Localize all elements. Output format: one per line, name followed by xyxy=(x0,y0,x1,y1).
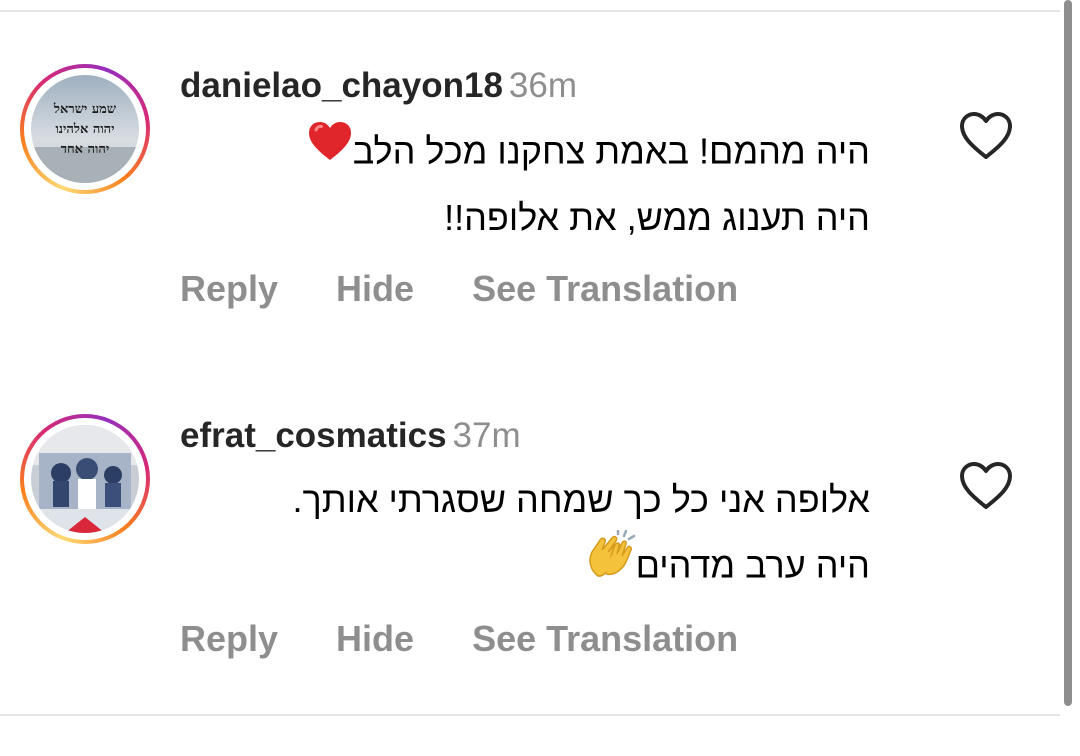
avatar[interactable] xyxy=(20,414,150,544)
comment-header: danielao_chayon18 36m xyxy=(180,66,577,106)
comment-line: אלופה אני כל כך שמחה שסגרתי אותך. xyxy=(292,479,870,520)
reply-button[interactable]: Reply xyxy=(180,268,278,310)
comment-line: היה מהמם! באמת צחקנו מכל הלב xyxy=(180,120,870,188)
timestamp[interactable]: 36m xyxy=(509,66,577,105)
heart-outline-icon[interactable] xyxy=(958,460,1014,512)
comment-header: efrat_cosmatics 37m xyxy=(180,416,521,456)
comment-line: היה ערב מדהים xyxy=(180,528,870,606)
comment-line-text: היה ערב מדהים xyxy=(635,544,870,586)
bottom-divider xyxy=(0,714,1060,716)
heart-outline-icon[interactable] xyxy=(958,110,1014,162)
avatar-text-line: יהוה אלהינו xyxy=(55,122,114,137)
avatar[interactable]: שמע ישראל יהוה אלהינו יהוה אחד xyxy=(20,64,150,194)
avatar-image xyxy=(31,425,139,533)
comment-actions: Reply Hide See Translation xyxy=(180,618,796,660)
comments-panel: שמע ישראל יהוה אלהינו יהוה אחד danielao_… xyxy=(0,0,1080,756)
avatar-image-graphic: שמע ישראל יהוה אלהינו יהוה אחד xyxy=(31,75,139,183)
top-divider xyxy=(0,10,1060,12)
comment-actions: Reply Hide See Translation xyxy=(180,268,796,310)
see-translation-button[interactable]: See Translation xyxy=(472,618,738,660)
avatar-image: שמע ישראל יהוה אלהינו יהוה אחד xyxy=(31,75,139,183)
timestamp[interactable]: 37m xyxy=(453,416,521,455)
comment-line-text: היה מהמם! באמת צחקנו מכל הלב xyxy=(352,130,870,172)
avatar-image-graphic xyxy=(31,425,139,533)
comment-line: היה תענוג ממש, את אלופה!! xyxy=(444,197,870,238)
hide-button[interactable]: Hide xyxy=(336,268,414,310)
scrollbar[interactable] xyxy=(1064,0,1072,706)
red-heart-emoji xyxy=(307,120,353,180)
username[interactable]: efrat_cosmatics xyxy=(180,416,447,455)
hide-button[interactable]: Hide xyxy=(336,618,414,660)
reply-button[interactable]: Reply xyxy=(180,618,278,660)
clapping-hands-emoji xyxy=(584,528,636,598)
comment-text: אלופה אני כל כך שמחה שסגרתי אותך. היה ער… xyxy=(180,470,870,606)
avatar-text-line: יהוה אחד xyxy=(61,142,110,157)
avatar-text-line: שמע ישראל xyxy=(53,102,117,117)
username[interactable]: danielao_chayon18 xyxy=(180,66,503,105)
comment-text: היה מהמם! באמת צחקנו מכל הלב היה תענוג מ… xyxy=(180,120,870,248)
see-translation-button[interactable]: See Translation xyxy=(472,268,738,310)
